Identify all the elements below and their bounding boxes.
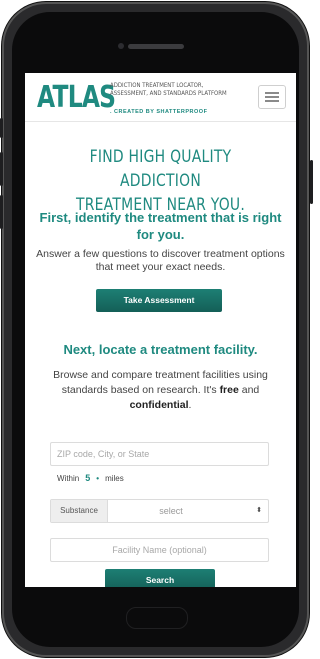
- and-text: and: [238, 384, 260, 396]
- menu-icon-bar: [265, 92, 279, 94]
- identify-heading: First, identify the treatment that is ri…: [39, 210, 282, 242]
- miles-label: miles: [105, 474, 124, 483]
- locate-description: Browse and compare treatment facilities …: [39, 368, 282, 413]
- select-caret-icon[interactable]: ⬍: [256, 500, 262, 522]
- screen: ATLAS Addiction Treatment Locator, Asses…: [25, 73, 296, 587]
- hero-title-line-1: FIND HIGH QUALITY ADDICTION: [89, 147, 232, 191]
- take-assessment-button[interactable]: Take Assessment: [96, 289, 222, 312]
- substance-select[interactable]: Substance select ⬍: [50, 499, 269, 523]
- distance-selector: Within 5 • miles: [57, 473, 124, 483]
- created-by-text: . CREATED BY SHATTERPROOF: [110, 109, 208, 115]
- location-search-input[interactable]: ZIP code, City, or State: [50, 442, 269, 466]
- within-label: Within: [57, 474, 80, 483]
- mute-switch: [0, 118, 3, 138]
- menu-icon-bar: [265, 100, 279, 102]
- distance-dropdown-icon[interactable]: •: [96, 474, 99, 483]
- facility-name-input[interactable]: Facility Name (optional): [50, 538, 269, 562]
- atlas-logo[interactable]: ATLAS: [37, 81, 116, 115]
- volume-down-button: [0, 195, 3, 229]
- substance-label: Substance: [51, 500, 108, 522]
- menu-icon-bar: [265, 96, 279, 98]
- hamburger-menu-button[interactable]: [258, 85, 286, 109]
- locate-heading: Next, locate a treatment facility.: [63, 342, 258, 357]
- identify-description: Answer a few questions to discover treat…: [36, 248, 285, 273]
- hero-title: FIND HIGH QUALITY ADDICTION TREATMENT NE…: [49, 145, 271, 217]
- confidential-text: confidential: [129, 399, 189, 411]
- free-text: free: [219, 384, 239, 396]
- camera-icon: [118, 43, 124, 49]
- site-header: ATLAS Addiction Treatment Locator, Asses…: [25, 73, 296, 122]
- logo-tagline: Addiction Treatment Locator, Assessment,…: [110, 82, 227, 97]
- period-text: .: [188, 399, 192, 411]
- home-area: [126, 607, 188, 629]
- within-distance-value[interactable]: 5: [85, 473, 90, 483]
- substance-selected-value[interactable]: select: [111, 500, 231, 522]
- search-button[interactable]: Search: [105, 569, 215, 587]
- speaker-grille: [128, 44, 184, 49]
- volume-up-button: [0, 152, 3, 186]
- power-button: [310, 160, 313, 204]
